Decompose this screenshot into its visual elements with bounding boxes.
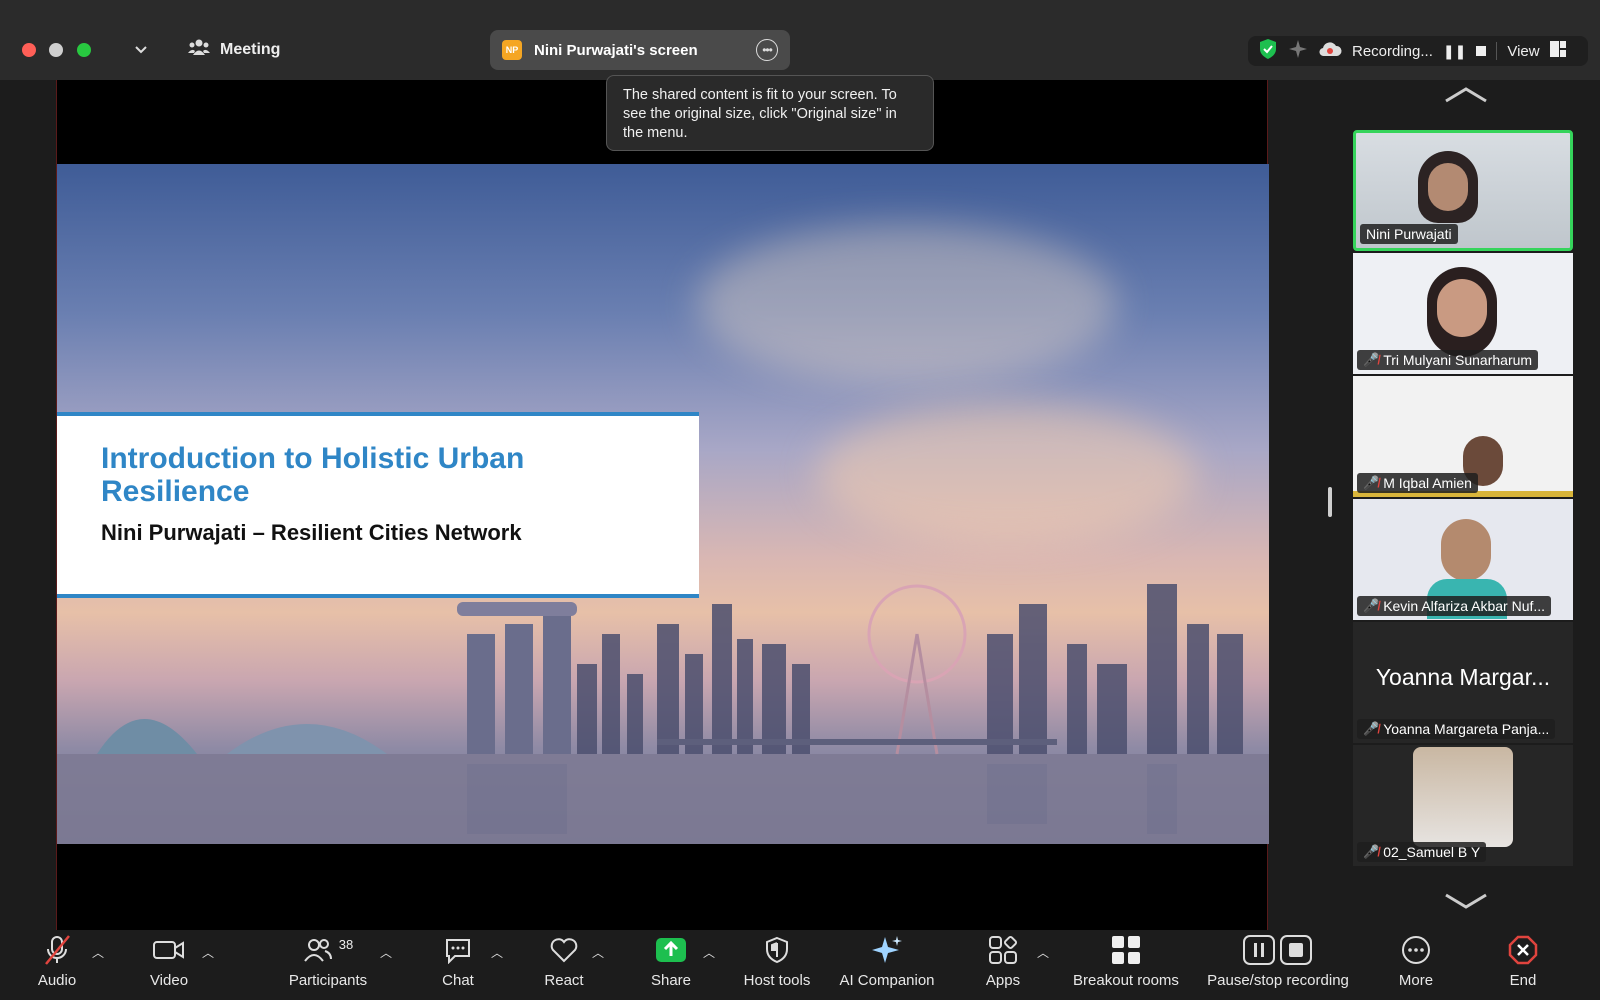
participant-display-name: Yoanna Margar...	[1375, 664, 1551, 690]
panel-resize-handle[interactable]	[1328, 487, 1332, 517]
participants-options-caret[interactable]: ︿	[380, 944, 392, 961]
grid-icon	[1111, 930, 1141, 970]
title-bar: Meeting NP Nini Purwajati's screen ••• R…	[0, 0, 1600, 80]
ai-companion-button[interactable]: AI Companion	[827, 930, 947, 989]
react-options-caret[interactable]: ︿	[592, 944, 604, 961]
pause-stop-recording-button[interactable]: Pause/stop recording	[1207, 930, 1349, 989]
heart-icon	[549, 930, 579, 970]
recording-status: Recording... ❚❚ View	[1248, 36, 1588, 66]
shield-icon	[764, 930, 790, 970]
more-button[interactable]: More	[1356, 930, 1476, 989]
microphone-muted-icon	[42, 930, 72, 970]
react-button[interactable]: React	[504, 930, 624, 989]
participant-tile[interactable]: 🎤̸ 02_Samuel B Y	[1353, 745, 1573, 866]
participant-tile[interactable]: Nini Purwajati	[1353, 130, 1573, 251]
divider	[1496, 42, 1498, 60]
muted-mic-icon: 🎤̸	[1363, 721, 1380, 736]
end-meeting-button[interactable]: End	[1488, 930, 1558, 989]
meeting-info[interactable]: Meeting	[188, 38, 280, 61]
muted-mic-icon: 🎤̸	[1363, 844, 1380, 859]
apps-options-caret[interactable]: ︿	[1037, 944, 1049, 961]
participant-tile[interactable]: Yoanna Margar... 🎤̸ Yoanna Margareta Panj…	[1353, 622, 1573, 743]
pause-stop-icon	[1243, 930, 1313, 970]
stop-recording-icon[interactable]	[1476, 43, 1487, 60]
slide-subtitle: Nini Purwajati – Resilient Cities Networ…	[101, 520, 522, 545]
close-window-button[interactable]	[22, 43, 36, 57]
more-icon	[1401, 930, 1431, 970]
participants-icon: 38	[303, 930, 353, 970]
fit-screen-tooltip: The shared content is fit to your screen…	[606, 75, 934, 151]
share-screen-icon	[655, 930, 687, 970]
chat-options-caret[interactable]: ︿	[491, 944, 503, 961]
apps-icon	[988, 930, 1018, 970]
share-label: Nini Purwajati's screen	[534, 41, 698, 59]
audio-options-caret[interactable]: ︿	[92, 944, 104, 961]
cloud-record-icon	[1318, 41, 1342, 61]
zoom-window-button[interactable]	[77, 43, 91, 57]
recording-label: Recording...	[1352, 42, 1433, 60]
meeting-toolbar: Audio ︿ Video ︿ 38 Participants ︿ Chat ︿	[0, 930, 1600, 1000]
sparkle-icon[interactable]	[1288, 39, 1308, 63]
slide-title: Introduction to Holistic Urban Resilienc…	[101, 442, 525, 508]
view-layout-icon[interactable]	[1549, 41, 1566, 61]
chat-icon	[443, 930, 473, 970]
share-options-caret[interactable]: ︿	[703, 944, 715, 961]
participant-face	[1437, 279, 1487, 337]
presentation-slide: Introduction to Holistic Urban Resilienc…	[57, 164, 1269, 844]
share-options-icon[interactable]: •••	[756, 39, 778, 61]
meeting-label: Meeting	[220, 40, 281, 58]
chevron-down-icon[interactable]	[1443, 892, 1489, 915]
muted-mic-icon: 🎤̸	[1363, 598, 1380, 613]
participant-tile[interactable]: 🎤̸ M Iqbal Amien	[1353, 376, 1573, 497]
host-tools-button[interactable]: Host tools	[717, 930, 837, 989]
participant-tile[interactable]: 🎤̸ Kevin Alfariza Akbar Nuf...	[1353, 499, 1573, 620]
participants-button[interactable]: 38 Participants	[268, 930, 388, 990]
participant-name: 🎤̸ Kevin Alfariza Akbar Nuf...	[1357, 596, 1552, 616]
participant-name: 🎤̸ M Iqbal Amien	[1357, 473, 1478, 493]
participant-name: 🎤̸ Yoanna Margareta Panja...	[1357, 719, 1556, 739]
participants-gallery: Nini Purwajati 🎤̸ Tri Mulyani Sunarharum …	[1353, 130, 1573, 868]
sparkle-icon	[871, 930, 903, 970]
shared-screen[interactable]: Introduction to Holistic Urban Resilienc…	[56, 80, 1269, 930]
participant-tile[interactable]: 🎤̸ Tri Mulyani Sunarharum	[1353, 253, 1573, 374]
end-icon	[1508, 930, 1538, 970]
meeting-icon	[188, 38, 210, 61]
video-camera-icon	[152, 930, 186, 970]
chevron-down-icon[interactable]	[134, 42, 148, 60]
participant-name: 🎤̸ Tri Mulyani Sunarharum	[1357, 350, 1539, 370]
participant-avatar	[1413, 747, 1513, 847]
participant-name: 🎤̸ 02_Samuel B Y	[1357, 842, 1487, 862]
video-options-caret[interactable]: ︿	[202, 944, 214, 961]
participant-name: Nini Purwajati	[1360, 224, 1458, 244]
breakout-rooms-button[interactable]: Breakout rooms	[1066, 930, 1186, 989]
muted-mic-icon: 🎤̸	[1363, 352, 1380, 367]
pause-recording-icon[interactable]: ❚❚	[1443, 43, 1466, 60]
shield-icon[interactable]	[1258, 38, 1278, 64]
minimize-window-button[interactable]	[49, 43, 63, 57]
zoom-window: Meeting NP Nini Purwajati's screen ••• R…	[0, 0, 1600, 1000]
view-button[interactable]: View	[1507, 43, 1539, 60]
participants-count: 38	[338, 936, 354, 952]
screen-share-indicator[interactable]: NP Nini Purwajati's screen •••	[490, 30, 790, 70]
muted-mic-icon: 🎤̸	[1363, 475, 1380, 490]
presenter-avatar: NP	[502, 40, 522, 60]
slide-title-card: Introduction to Holistic Urban Resilienc…	[57, 412, 699, 598]
participant-video	[1441, 519, 1491, 581]
participant-face	[1428, 163, 1468, 211]
chevron-up-icon[interactable]	[1443, 86, 1489, 109]
